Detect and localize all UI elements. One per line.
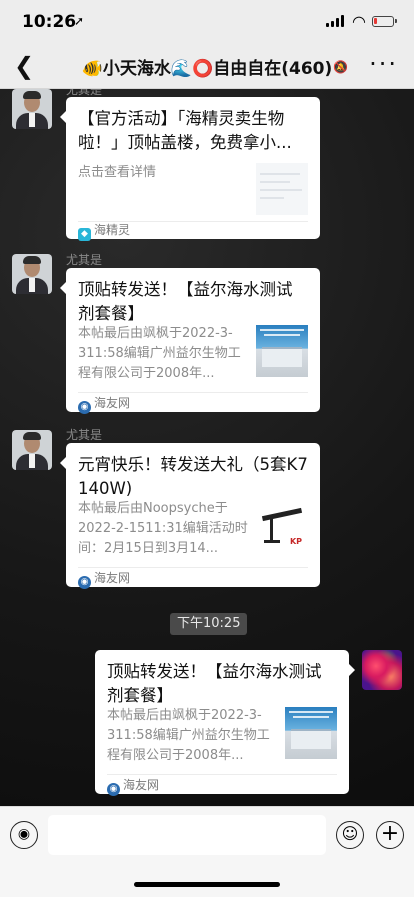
card-description: 本帖最后由飒枫于2022-3-311:58编辑广州益尔生物工程有限公司于2008… (107, 708, 270, 763)
shared-link-card[interactable]: 元宵快乐！转发送大礼（5套K7 140W) 本帖最后由Noopsyche于202… (60, 443, 320, 589)
card-source-label: 海友网 (94, 571, 131, 585)
blank-post-thumbnail (256, 163, 308, 215)
battery-icon (372, 16, 397, 27)
chat-message-area[interactable]: 尤其是 【官方活动】「海精灵卖生物啦！」顶帖盖楼，免费拿小... 点击查看详情 … (0, 89, 414, 806)
card-description: 本帖最后由Noopsyche于2022-2-1511:31编辑活动时间：2月15… (78, 501, 248, 556)
card-title: 顶贴转发送！【益尔海水测试剂套餐】 (78, 280, 293, 323)
message-input[interactable] (48, 815, 326, 855)
sender-avatar[interactable] (12, 254, 52, 294)
haiyouwang-icon: ◉ (107, 783, 120, 796)
card-source-label: 海友网 (94, 396, 131, 410)
card-source-label: 海友网 (123, 778, 160, 792)
card-source: ◉ 海友网 (78, 569, 130, 589)
my-avatar[interactable] (362, 650, 402, 690)
lamp-thumbnail: KP (256, 500, 308, 552)
card-source: ◉ 海友网 (78, 394, 130, 414)
timestamp-divider: 下午10:25 (170, 613, 248, 635)
card-divider (78, 392, 308, 393)
card-divider (107, 774, 337, 775)
shared-link-card[interactable]: 顶贴转发送！【益尔海水测试剂套餐】 本帖最后由飒枫于2022-3-311:58编… (95, 650, 355, 796)
more-options-icon[interactable]: ··· (369, 50, 398, 78)
sender-avatar[interactable] (12, 89, 52, 129)
card-title: 【官方活动】「海精灵卖生物啦！」顶帖盖楼，免费拿小... (78, 109, 292, 152)
plus-icon[interactable]: + (376, 821, 404, 849)
haiyouwang-icon: ◉ (78, 401, 91, 414)
sender-avatar[interactable] (12, 430, 52, 470)
card-title: 元宵快乐！转发送大礼（5套K7 140W) (78, 455, 308, 498)
card-source-label: 海精灵 (94, 223, 131, 237)
status-time: 10:26 (22, 12, 77, 32)
back-icon[interactable]: ❮ (14, 52, 34, 80)
card-source: ◆ 海精灵 (78, 221, 130, 241)
shared-link-card[interactable]: 顶贴转发送！【益尔海水测试剂套餐】 本帖最后由飒枫于2022-3-311:58编… (60, 268, 320, 414)
location-arrow-icon: ➚ (74, 14, 85, 28)
card-description: 本帖最后由飒枫于2022-3-311:58编辑广州益尔生物工程有限公司于2008… (78, 326, 241, 381)
wifi-icon: ◠ (352, 12, 366, 31)
card-description: 点击查看详情 (78, 165, 157, 180)
cellular-signal-icon (326, 15, 344, 27)
card-title: 顶贴转发送！【益尔海水测试剂套餐】 (107, 662, 322, 705)
app-icon: ◆ (78, 228, 91, 241)
building-thumbnail (256, 325, 308, 377)
building-thumbnail (285, 707, 337, 759)
haiyouwang-icon: ◉ (78, 576, 91, 589)
sender-name: 尤其是 (66, 428, 103, 442)
chat-header: ❮ 🐠小天海水🌊⭕自由自在(460) 🔕 ··· (0, 44, 414, 89)
card-divider (78, 567, 308, 568)
shared-link-card[interactable]: 【官方活动】「海精灵卖生物啦！」顶帖盖楼，免费拿小... 点击查看详情 ◆ 海精灵 (60, 97, 320, 241)
card-source: ◉ 海友网 (107, 776, 159, 796)
mute-bell-icon: 🔕 (333, 60, 348, 74)
voice-input-icon[interactable]: ◉ (10, 821, 38, 849)
chat-title: 🐠小天海水🌊⭕自由自在(460) (81, 59, 333, 79)
status-bar: 10:26 ➚ ◠ (0, 0, 414, 44)
home-indicator[interactable] (134, 882, 280, 887)
emoji-icon[interactable]: ☺ (336, 821, 364, 849)
sender-name: 尤其是 (66, 253, 103, 267)
